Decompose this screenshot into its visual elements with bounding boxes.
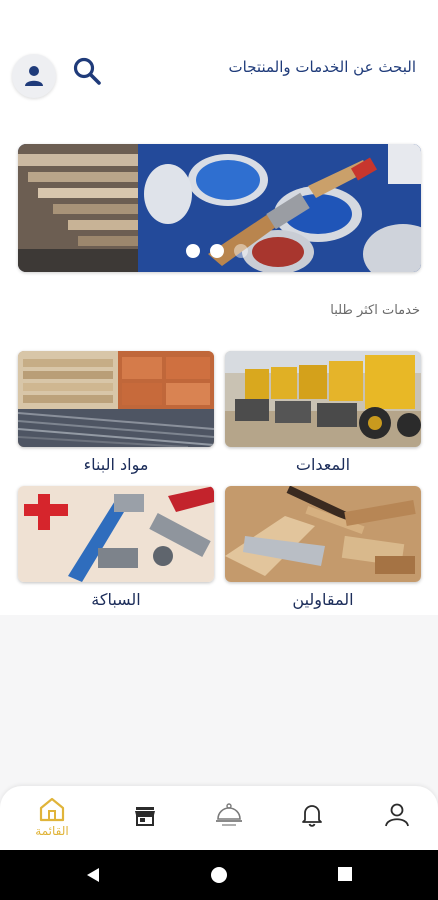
nav-home[interactable]: القائمة xyxy=(27,796,77,842)
category-image xyxy=(225,351,421,447)
promo-banner-carousel[interactable] xyxy=(18,144,421,272)
recents-icon[interactable] xyxy=(337,866,353,882)
back-icon[interactable] xyxy=(84,866,102,884)
carousel-indicators xyxy=(186,244,248,258)
nav-services[interactable] xyxy=(204,796,254,842)
category-label: السباكة xyxy=(91,590,141,609)
bell-icon xyxy=(302,805,322,827)
nav-profile[interactable] xyxy=(372,796,422,842)
search-button[interactable] xyxy=(70,54,104,88)
header: البحث عن الخدمات والمنتجات xyxy=(0,40,438,104)
category-image xyxy=(18,486,214,582)
carousel-dot-3[interactable] xyxy=(234,244,248,258)
category-card-contractors[interactable]: المقاولين xyxy=(225,486,421,609)
nav-home-label: القائمة xyxy=(35,824,69,838)
system-navigation-bar xyxy=(0,850,438,900)
service-tray-icon xyxy=(216,803,242,826)
category-image xyxy=(18,351,214,447)
category-label: المعدات xyxy=(295,455,351,474)
carousel-dot-2[interactable] xyxy=(210,244,224,258)
nav-store[interactable] xyxy=(120,796,170,842)
carousel-dot-1[interactable] xyxy=(186,244,200,258)
search-icon xyxy=(73,57,101,85)
category-label: المقاولين xyxy=(292,590,354,609)
category-card-equipment[interactable]: المعدات xyxy=(225,351,421,474)
category-image xyxy=(225,486,421,582)
user-icon xyxy=(25,66,43,86)
category-card-plumbing[interactable]: السباكة xyxy=(18,486,214,609)
profile-icon xyxy=(385,803,409,827)
store-icon xyxy=(135,807,155,826)
bottom-navigation: القائمة xyxy=(0,786,438,850)
main-content: البحث عن الخدمات والمنتجات خدمات اكثر طل… xyxy=(0,0,438,615)
home-icon xyxy=(39,797,65,822)
nav-notifications[interactable] xyxy=(287,796,337,842)
home-circle-icon[interactable] xyxy=(210,866,228,884)
category-label: مواد البناء xyxy=(83,455,149,474)
account-button[interactable] xyxy=(12,54,56,98)
section-title: خدمات اكثر طلبا xyxy=(330,303,420,318)
category-card-building-materials[interactable]: مواد البناء xyxy=(18,351,214,474)
search-field[interactable]: البحث عن الخدمات والمنتجات xyxy=(229,58,416,76)
